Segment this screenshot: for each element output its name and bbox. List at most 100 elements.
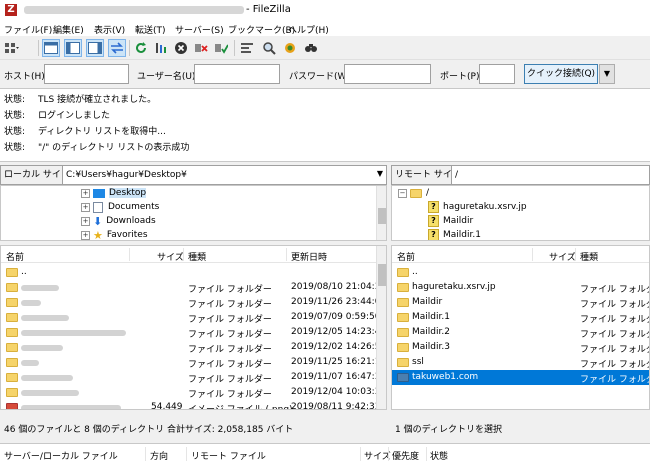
- password-input[interactable]: [344, 64, 431, 84]
- table-row[interactable]: ファイル フォルダー 2019/11/25 16:21:13: [1, 355, 386, 370]
- log-line: 状態: ログインしました: [4, 111, 111, 121]
- quickconnect-button[interactable]: クイック接続(Q): [524, 64, 598, 84]
- table-row[interactable]: ..: [1, 265, 386, 280]
- table-row[interactable]: Maildir.3ファイル フォルダー: [392, 340, 649, 355]
- search-files-icon[interactable]: [302, 39, 320, 57]
- transfer-queue-header: サーバー/ローカル ファイル 方向 リモート ファイル サイズ 優先度 状態: [0, 443, 650, 463]
- remote-path-input[interactable]: /: [451, 165, 650, 185]
- remote-file-list: 名前 サイズ 種類 .. haguretaku.xsrv.jpファイル フォルダ…: [391, 245, 650, 410]
- menu-bookmarks[interactable]: ブックマーク(B): [228, 23, 295, 36]
- tree-node-downloads[interactable]: + ⬇ Downloads: [81, 214, 156, 228]
- queue-col-direction[interactable]: 方向: [150, 449, 168, 462]
- table-row[interactable]: 54,449 イメージ ファイル (.png) 2019/08/11 9:42:33: [1, 400, 386, 409]
- menu-edit[interactable]: 編集(E): [53, 23, 84, 36]
- remote-list-header: 名前 サイズ 種類: [392, 246, 649, 263]
- toggle-queue-icon[interactable]: [108, 39, 126, 57]
- table-row[interactable]: ファイル フォルダー 2019/07/09 0:59:50: [1, 310, 386, 325]
- col-type[interactable]: 種類: [188, 250, 206, 263]
- tree-node-favorites[interactable]: + ★ Favorites: [81, 228, 148, 241]
- table-row[interactable]: ファイル フォルダー 2019/12/04 10:03:37: [1, 385, 386, 400]
- table-row[interactable]: Maildirファイル フォルダー: [392, 295, 649, 310]
- host-input[interactable]: [44, 64, 129, 84]
- local-directory-tree: + Desktop + Documents + ⬇ Downloads + ★ Favori…: [0, 185, 387, 241]
- toggle-local-tree-icon[interactable]: [64, 39, 82, 57]
- table-row[interactable]: ファイル フォルダー 2019/08/10 21:04:38: [1, 280, 386, 295]
- remote-path-bar: リモート サイト: /: [391, 165, 650, 185]
- table-row[interactable]: ファイル フォルダー 2019/11/26 23:44:05: [1, 295, 386, 310]
- filter-icon[interactable]: [260, 39, 278, 57]
- table-row[interactable]: Maildir.1ファイル フォルダー: [392, 310, 649, 325]
- reconnect-icon[interactable]: [212, 39, 230, 57]
- tree-node-remote-dir[interactable]: ? Maildir: [428, 214, 473, 228]
- site-manager-icon[interactable]: [3, 39, 21, 57]
- log-line: 状態: "/" のディレクトリ リストの表示成功: [4, 143, 190, 153]
- remote-status: 1 個のディレクトリを選択: [395, 425, 502, 435]
- menu-view[interactable]: 表示(V): [94, 23, 125, 36]
- message-log: 状態: TLS 接続が確立されました。 状態: ログインしました 状態: ディレクトリ…: [0, 88, 650, 162]
- local-tree-scrollbar[interactable]: [376, 186, 386, 240]
- queue-col-status[interactable]: 状態: [430, 449, 448, 462]
- table-row[interactable]: Maildir.2ファイル フォルダー: [392, 325, 649, 340]
- toolbar: [0, 36, 650, 60]
- username-label: ユーザー名(U):: [137, 72, 199, 82]
- title-bar: Z - FileZilla: [0, 0, 650, 20]
- disconnect-icon[interactable]: [192, 39, 210, 57]
- table-row[interactable]: sslファイル フォルダー: [392, 355, 649, 370]
- filezilla-logo-icon: Z: [5, 4, 17, 16]
- window-title: - FileZilla: [246, 4, 291, 15]
- folder-icon: [410, 188, 422, 198]
- col-name[interactable]: 名前: [397, 250, 415, 263]
- tree-node-desktop[interactable]: + Desktop: [81, 186, 147, 200]
- queue-col-size[interactable]: サイズ: [364, 449, 391, 462]
- port-input[interactable]: [479, 64, 515, 84]
- tree-node-remote-dir[interactable]: ? Maildir.1: [428, 228, 481, 240]
- menu-server[interactable]: サーバー(S): [175, 23, 224, 36]
- cancel-icon[interactable]: [172, 39, 190, 57]
- col-size[interactable]: サイズ: [157, 250, 184, 263]
- table-row[interactable]: ..: [392, 265, 649, 280]
- queue-col-local[interactable]: サーバー/ローカル ファイル: [4, 449, 118, 462]
- menu-help[interactable]: ヘルプ(H): [288, 23, 329, 36]
- refresh-icon[interactable]: [132, 39, 150, 57]
- log-line: 状態: TLS 接続が確立されました。: [4, 95, 157, 105]
- col-type[interactable]: 種類: [580, 250, 598, 263]
- queue-col-remote[interactable]: リモート ファイル: [191, 449, 266, 462]
- table-row[interactable]: ファイル フォルダー 2019/11/07 16:47:37: [1, 370, 386, 385]
- menu-bar: ファイル(F) 編集(E) 表示(V) 転送(T) サーバー(S) ブックマーク…: [0, 20, 650, 36]
- tree-node-documents[interactable]: + Documents: [81, 200, 159, 214]
- unknown-folder-icon: ?: [428, 229, 439, 240]
- local-list-scrollbar[interactable]: [376, 246, 386, 409]
- toggle-remote-tree-icon[interactable]: [86, 39, 104, 57]
- tree-node-remote-dir[interactable]: ? haguretaku.xsrv.jp: [428, 200, 527, 214]
- unknown-folder-icon: ?: [428, 201, 439, 213]
- queue-col-priority[interactable]: 優先度: [392, 449, 419, 462]
- process-queue-icon[interactable]: [152, 39, 170, 57]
- toggle-log-icon[interactable]: [42, 39, 60, 57]
- col-name[interactable]: 名前: [6, 250, 24, 263]
- col-modified[interactable]: 更新日時: [291, 250, 327, 263]
- table-row[interactable]: ファイル フォルダー 2019/12/02 14:26:50: [1, 340, 386, 355]
- local-path-bar: ローカル サイト: C:¥Users¥hagur¥Desktop¥ ▼: [0, 165, 387, 185]
- tree-node-root[interactable]: − /: [398, 186, 429, 200]
- username-input[interactable]: [194, 64, 280, 84]
- sync-browsing-icon[interactable]: [281, 39, 299, 57]
- col-size[interactable]: サイズ: [549, 250, 576, 263]
- local-path-dropdown-icon[interactable]: ▼: [377, 169, 383, 178]
- unknown-folder-icon: ?: [428, 215, 439, 227]
- menu-transfer[interactable]: 転送(T): [135, 23, 166, 36]
- favorites-icon: ★: [93, 228, 103, 241]
- local-path-input[interactable]: C:¥Users¥hagur¥Desktop¥: [62, 165, 387, 185]
- local-list-header: 名前 サイズ 種類 更新日時: [1, 246, 386, 263]
- directory-comparison-icon[interactable]: [238, 39, 256, 57]
- table-row-selected[interactable]: takuweb1.comファイル フォルダー: [392, 370, 649, 385]
- menu-file[interactable]: ファイル(F): [4, 23, 52, 36]
- host-label: ホスト(H):: [4, 72, 48, 82]
- quickconnect-dropdown-icon[interactable]: ▼: [599, 64, 615, 84]
- table-row[interactable]: haguretaku.xsrv.jpファイル フォルダー: [392, 280, 649, 295]
- desktop-icon: [93, 188, 105, 198]
- documents-icon: [93, 201, 103, 213]
- title-redacted: [24, 6, 244, 14]
- quickconnect-bar: ホスト(H): ユーザー名(U): パスワード(W): ポート(P): クイック…: [0, 60, 650, 88]
- local-status: 46 個のファイルと 8 個のディレクトリ 合計サイズ: 2,058,185 バ…: [4, 425, 294, 435]
- table-row[interactable]: ファイル フォルダー 2019/12/05 14:23:46: [1, 325, 386, 340]
